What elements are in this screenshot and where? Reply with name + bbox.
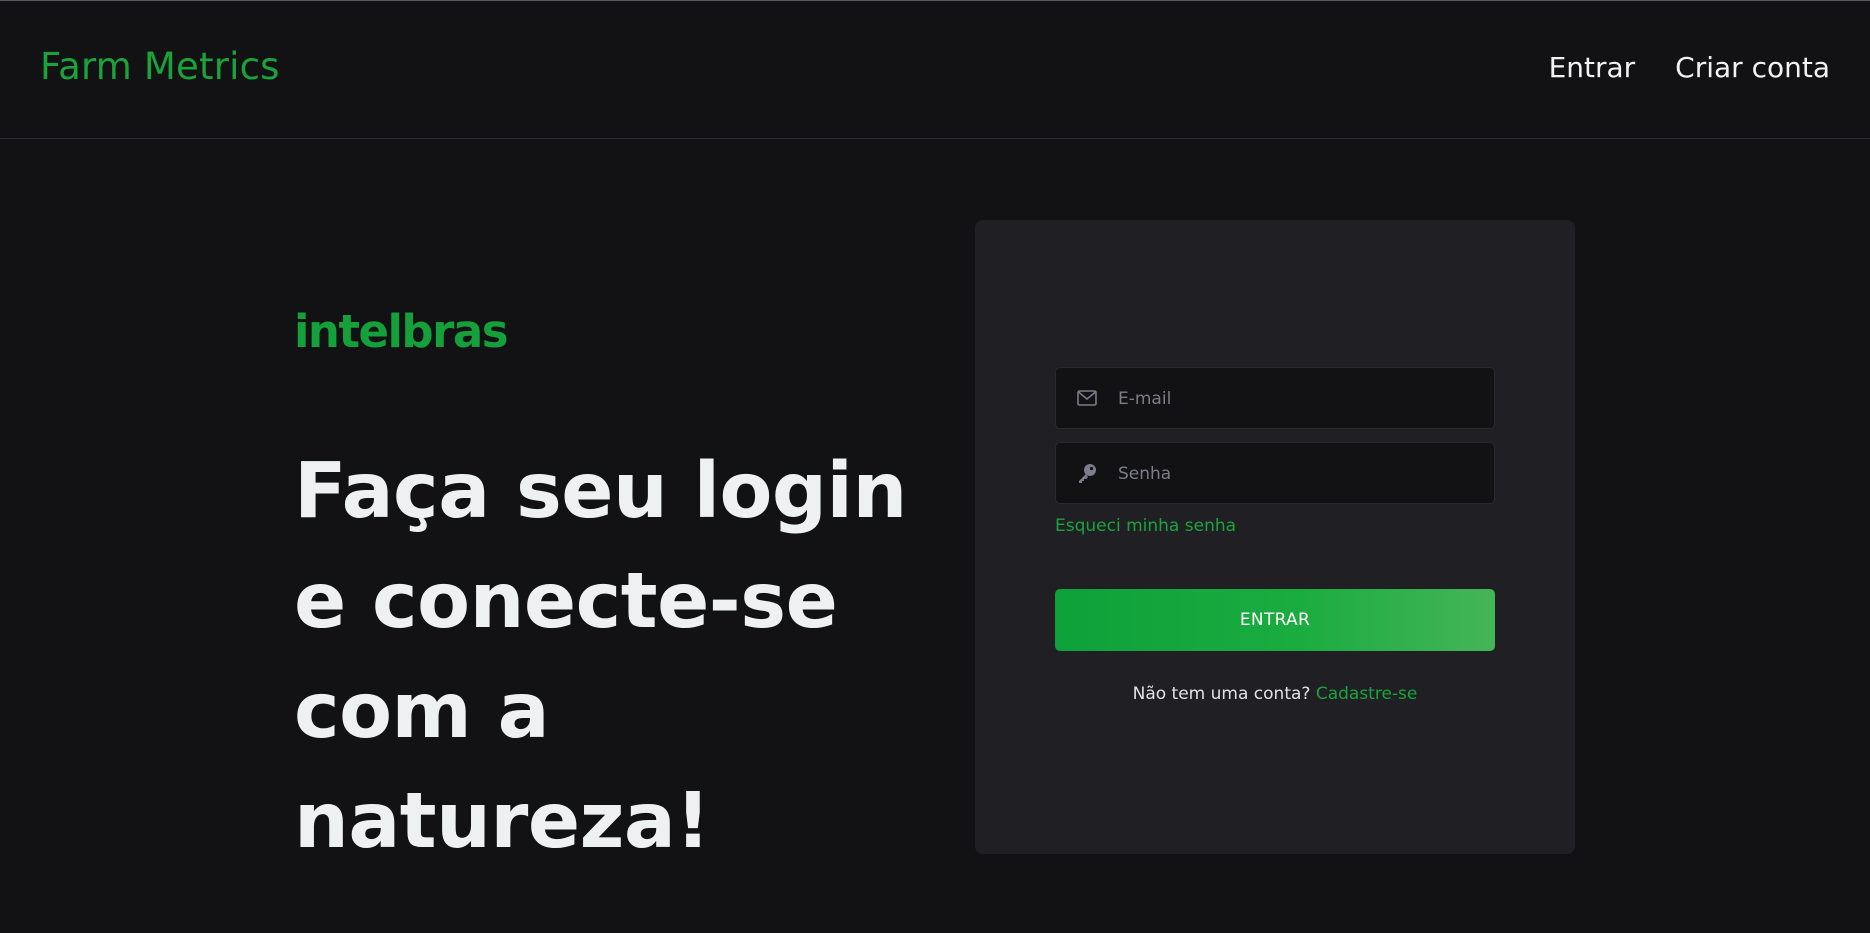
envelope-icon <box>1076 387 1098 409</box>
login-card: Esqueci minha senha ENTRAR Não tem uma c… <box>975 220 1575 854</box>
email-input[interactable] <box>1116 368 1480 430</box>
intelbras-logo: intelbras <box>294 305 508 358</box>
password-field <box>1055 442 1495 505</box>
signup-prompt-text: Não tem uma conta? <box>1132 684 1311 704</box>
top-navbar: Farm Metrics Entrar Criar conta <box>0 1 1870 139</box>
signup-link[interactable]: Cadastre-se <box>1316 684 1418 704</box>
key-icon <box>1076 462 1098 484</box>
forgot-password-link[interactable]: Esqueci minha senha <box>1055 516 1236 536</box>
brand-logo-link[interactable]: Farm Metrics <box>40 45 280 88</box>
nav-create-account-link[interactable]: Criar conta <box>1675 51 1830 84</box>
login-submit-button[interactable]: ENTRAR <box>1055 589 1495 651</box>
email-field <box>1055 367 1495 430</box>
nav-login-link[interactable]: Entrar <box>1549 51 1636 84</box>
password-input[interactable] <box>1116 443 1480 505</box>
hero-headline: Faça seu login e conecte-se com a nature… <box>294 447 907 866</box>
header-nav: Entrar Criar conta <box>1549 51 1830 84</box>
signup-prompt: Não tem uma conta? Cadastre-se <box>1055 684 1495 704</box>
